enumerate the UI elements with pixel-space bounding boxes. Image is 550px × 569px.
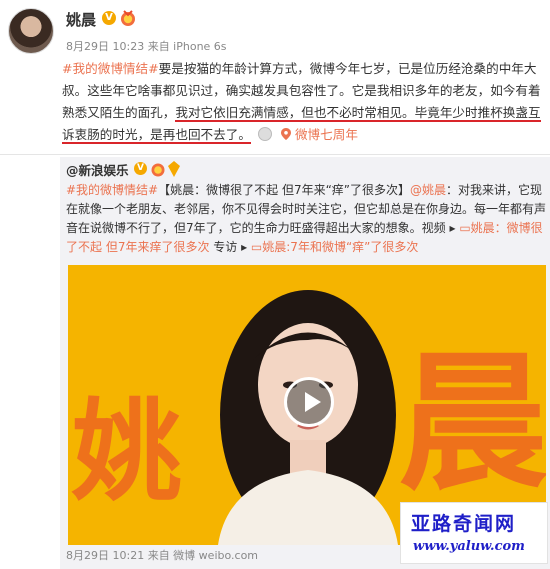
calligraphy-right: 晨 [398,335,546,511]
repost-badge-icon[interactable] [168,161,180,177]
medal-icon[interactable] [119,9,137,27]
verified-icon: V [102,11,116,25]
reward-icon[interactable] [257,127,272,141]
location-icon [280,128,291,140]
play-button[interactable] [284,377,334,427]
watermark-title: 亚路奇闻网 [411,513,517,535]
repost-verified-icon: V [134,162,147,175]
svg-text:姚: 姚 [71,387,182,516]
repost-medal-icon[interactable] [150,161,166,177]
video-link-2[interactable]: 姚晨:7年和微博“痒”了很多次 [262,240,418,254]
video-link-icon-2[interactable]: ▭ [251,240,262,254]
calligraphy-left: 姚 [71,387,182,516]
location-tag-link[interactable]: 微博七周年 [295,127,358,142]
svg-text:晨: 晨 [398,335,546,511]
avatar[interactable] [8,8,54,54]
post-body: #我的微博情结#要是按猫的年龄计算方式，微博今年七岁，已是位历经沧桑的中年大叔。… [62,58,548,146]
repost-source-name[interactable]: @新浪娱乐 [66,160,129,179]
repost-hashtag-link[interactable]: #我的微博情结# [66,183,158,197]
watermark-url: www.yaluw.com [413,539,525,554]
divider [0,154,550,155]
mention-link[interactable]: @姚晨 [410,183,446,197]
watermark: 亚路奇闻网 www.yaluw.com [400,502,548,564]
repost-footer: 8月29日 10:21 来自 微博 weibo.com [66,549,259,562]
repost-title: 【姚晨：微博很了不起 但7年来“痒”了很多次】 [158,183,411,197]
hashtag-link[interactable]: #我的微博情结# [62,61,159,76]
post-header: 姚晨 V 8月29日 10:23 来自 iPhone 6s [0,0,550,56]
repost-text: #我的微博情结#【姚晨：微博很了不起 但7年来“痒”了很多次】@姚晨：对我来讲，… [66,181,548,257]
author-name[interactable]: 姚晨 [66,9,96,30]
post-meta: 8月29日 10:23 来自 iPhone 6s [66,40,227,53]
interview-label: 专访 ▸ [209,240,251,254]
video-link-icon[interactable]: ▭ [459,221,470,235]
